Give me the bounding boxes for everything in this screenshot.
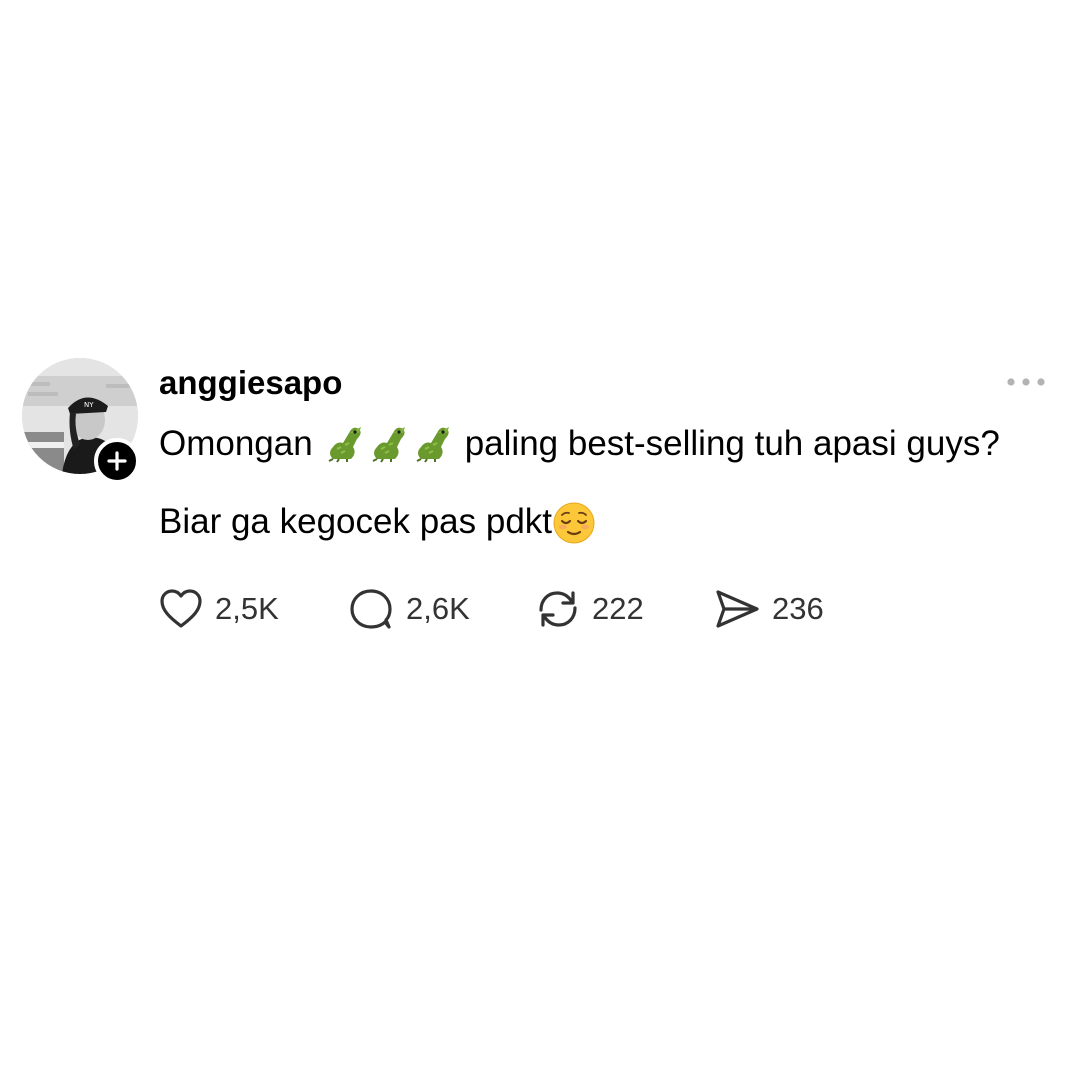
post-text-part-2: paling best-selling tuh apasi guys? [464,424,1000,463]
like-button[interactable]: 2,5K [159,588,348,630]
post-content: anggiesapo Omongan paling best-selling tu… [159,356,1019,634]
username[interactable]: anggiesapo [159,356,1019,410]
share-count: 236 [772,591,824,626]
crocodile-emoji-group [323,418,455,470]
action-bar: 2,5K 2,6K 222 236 [159,584,1019,634]
post-text-part-3: Biar ga kegocek pas pdkt [159,502,553,541]
canvas: NY anggiesapo Omongan paling best-selling… [0,0,1080,1080]
share-button[interactable]: 236 [714,588,824,630]
post-text: Omongan paling best-selling tuh apasi guy… [159,418,1019,548]
reply-button[interactable]: 2,6K [348,588,536,630]
crocodile-emoji [323,423,367,463]
crocodile-emoji [367,423,411,463]
send-icon [714,588,760,630]
avatar-container[interactable]: NY [22,358,140,484]
repost-button[interactable]: 222 [536,588,714,630]
plus-icon [107,451,127,471]
comment-bubble-icon [348,588,394,630]
post-paragraph-2: Biar ga kegocek pas pdkt [159,496,1019,548]
svg-text:NY: NY [84,401,94,409]
like-count: 2,5K [215,591,279,626]
relieved-face-emoji [552,501,596,544]
follow-button[interactable] [94,438,140,484]
heart-icon [159,588,203,630]
repost-count: 222 [592,591,644,626]
reply-count: 2,6K [406,591,470,626]
post-text-part-1: Omongan [159,424,313,463]
repost-icon [536,588,580,630]
crocodile-emoji [411,423,455,463]
post-paragraph-1: Omongan paling best-selling tuh apasi guy… [159,418,1019,470]
